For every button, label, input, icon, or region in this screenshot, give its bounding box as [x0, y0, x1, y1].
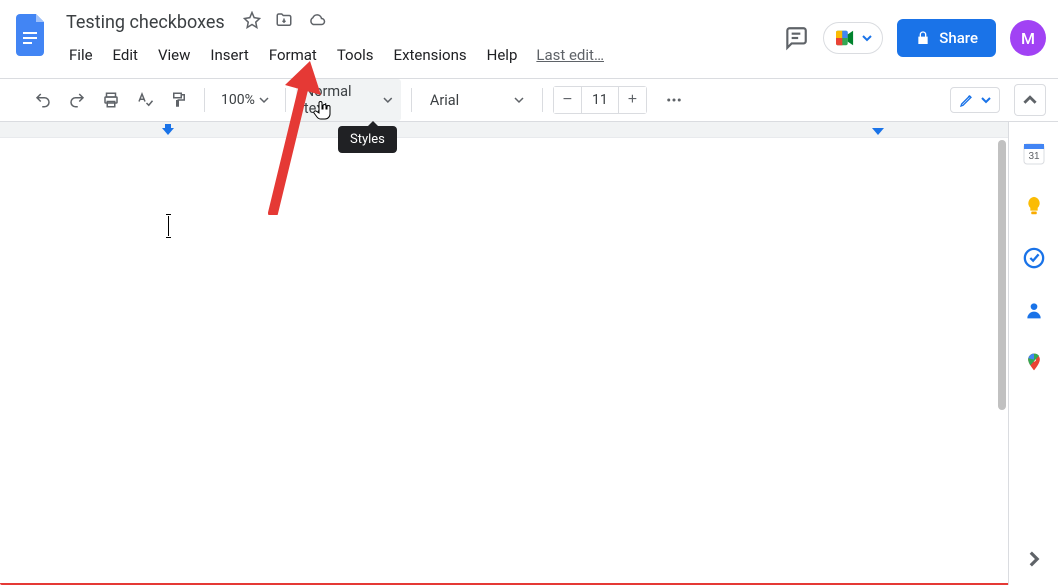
toolbar: 100% Normal text Arial − 11 + [0, 78, 1058, 122]
keep-app-icon[interactable] [1022, 194, 1046, 218]
menu-tools[interactable]: Tools [328, 42, 383, 68]
zoom-dropdown[interactable]: 100% [215, 92, 275, 108]
chevron-down-icon [514, 95, 524, 105]
indent-marker-left[interactable] [162, 124, 174, 136]
fontsize-decrease[interactable]: − [554, 87, 582, 113]
maps-app-icon[interactable] [1022, 350, 1046, 374]
tasks-app-icon[interactable] [1022, 246, 1046, 270]
side-panel: 31 [1008, 122, 1058, 585]
chevron-down-icon [862, 33, 872, 43]
fontsize-control: − 11 + [553, 86, 647, 114]
meet-button[interactable] [823, 22, 883, 54]
editing-mode-button[interactable] [950, 87, 1000, 113]
comments-button[interactable] [783, 25, 809, 51]
menu-format[interactable]: Format [260, 42, 326, 68]
svg-text:31: 31 [1028, 151, 1040, 162]
collapse-toolbar-button[interactable] [1014, 84, 1046, 116]
contacts-app-icon[interactable] [1022, 298, 1046, 322]
menu-bar: File Edit View Insert Format Tools Exten… [60, 42, 783, 68]
docs-logo[interactable] [12, 8, 52, 62]
menu-view[interactable]: View [149, 42, 199, 68]
menu-extensions[interactable]: Extensions [385, 42, 476, 68]
lock-icon [915, 30, 931, 46]
calendar-app-icon[interactable]: 31 [1022, 142, 1046, 166]
chevron-down-icon [259, 95, 269, 105]
styles-dropdown[interactable]: Normal text [296, 79, 401, 121]
menu-edit[interactable]: Edit [104, 42, 147, 68]
pencil-icon [959, 92, 975, 108]
chevron-down-icon [383, 95, 393, 105]
share-label: Share [939, 29, 978, 47]
zoom-value: 100% [221, 92, 255, 108]
menu-insert[interactable]: Insert [201, 42, 257, 68]
menu-file[interactable]: File [60, 42, 102, 68]
chevron-down-icon [981, 95, 991, 105]
spellcheck-button[interactable] [130, 85, 160, 115]
star-icon[interactable] [243, 11, 261, 33]
fontsize-value[interactable]: 11 [582, 92, 618, 108]
cloud-status-icon[interactable] [307, 11, 327, 33]
text-cursor [168, 216, 169, 236]
styles-tooltip: Styles [338, 126, 397, 153]
account-avatar[interactable]: M [1010, 20, 1046, 56]
undo-button[interactable] [28, 85, 58, 115]
last-edit-link[interactable]: Last edit… [536, 46, 604, 64]
sidepanel-toggle[interactable] [1022, 547, 1046, 571]
redo-button[interactable] [62, 85, 92, 115]
font-dropdown[interactable]: Arial [422, 88, 532, 113]
fontsize-increase[interactable]: + [618, 87, 646, 113]
meet-icon [834, 29, 856, 47]
print-button[interactable] [96, 85, 126, 115]
page[interactable] [0, 138, 1000, 585]
font-label: Arial [430, 92, 459, 109]
share-button[interactable]: Share [897, 19, 996, 57]
move-icon[interactable] [275, 11, 293, 33]
paintformat-button[interactable] [164, 85, 194, 115]
more-tools-button[interactable] [659, 85, 689, 115]
document-title[interactable]: Testing checkboxes [60, 10, 231, 35]
vertical-scrollbar[interactable] [998, 140, 1006, 410]
menu-help[interactable]: Help [478, 42, 527, 68]
ruler[interactable] [0, 122, 1008, 138]
styles-label: Normal text [304, 83, 377, 117]
document-area [0, 122, 1008, 585]
indent-marker-right[interactable] [872, 124, 884, 136]
